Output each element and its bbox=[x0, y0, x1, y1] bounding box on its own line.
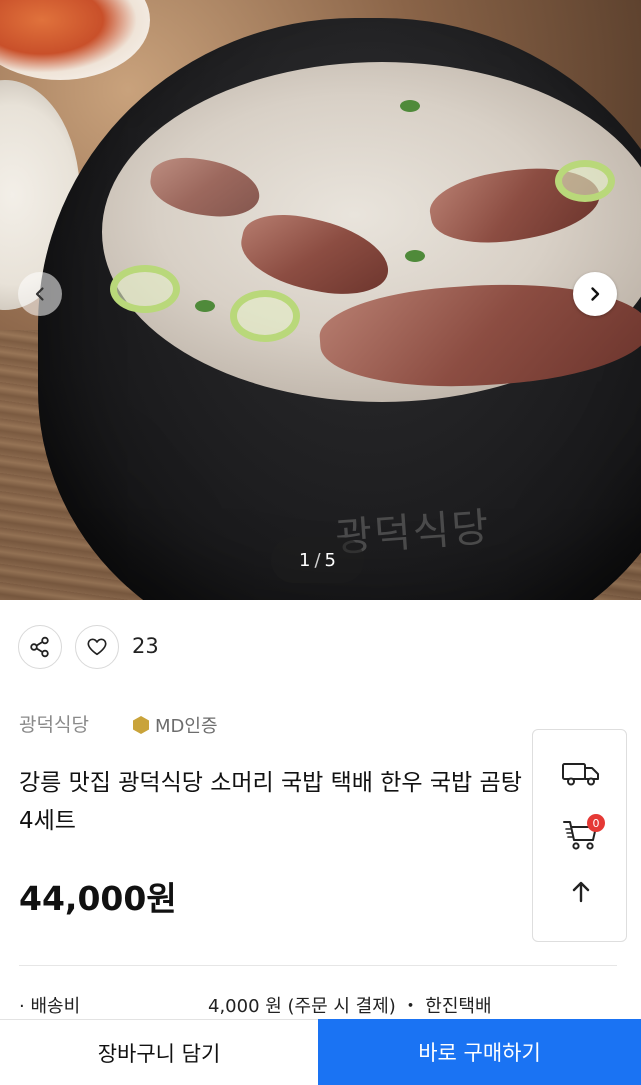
like-count: 23 bbox=[132, 634, 159, 658]
shipping-label-text: 배송비 bbox=[30, 996, 81, 1017]
cart-count-badge: 0 bbox=[587, 814, 605, 832]
chevron-left-icon bbox=[35, 287, 44, 301]
previous-image-button[interactable] bbox=[18, 272, 62, 316]
herb-leaf bbox=[405, 250, 425, 262]
md-badge-label: MD인증 bbox=[155, 716, 218, 737]
share-button[interactable] bbox=[18, 625, 62, 669]
buy-now-button[interactable]: 바로 구매하기 bbox=[318, 1019, 641, 1085]
truck-icon bbox=[561, 763, 599, 786]
shipping-fee-value: 4,000 원 (주문 시 결제) ・ 한진택배 bbox=[208, 996, 492, 1017]
share-icon bbox=[30, 636, 49, 658]
arrow-up-icon bbox=[572, 881, 589, 903]
delivery-tracking-button[interactable] bbox=[533, 760, 628, 788]
herb-leaf bbox=[400, 100, 420, 112]
chevron-right-icon bbox=[591, 287, 600, 301]
scroll-to-top-button[interactable] bbox=[533, 880, 628, 904]
cart-shortcut-button[interactable]: 0 bbox=[533, 814, 628, 852]
floating-quick-panel: 0 bbox=[532, 729, 627, 942]
side-dish-kimchi bbox=[0, 0, 150, 80]
heart-icon bbox=[87, 638, 107, 656]
product-price: 44,000원 bbox=[19, 879, 177, 918]
product-image-carousel[interactable]: 광덕식당 1 / 5 bbox=[0, 0, 641, 600]
hexagon-badge-icon bbox=[133, 716, 149, 734]
scallion-slice bbox=[230, 290, 300, 342]
bullet: · bbox=[19, 996, 31, 1017]
like-button[interactable] bbox=[75, 625, 119, 669]
seller-name-link[interactable]: 광덕식당 bbox=[19, 710, 89, 737]
pager-current: 1 bbox=[299, 549, 311, 571]
scallion-slice bbox=[555, 160, 615, 202]
image-pager: 1 / 5 bbox=[271, 537, 364, 583]
shipping-fee-label: · 배송비 bbox=[19, 992, 80, 1018]
pager-total: 5 bbox=[324, 549, 336, 571]
add-to-cart-button[interactable]: 장바구니 담기 bbox=[0, 1019, 318, 1085]
bottom-action-bar: 장바구니 담기 바로 구매하기 bbox=[0, 1019, 641, 1085]
md-certified-badge: MD인증 bbox=[131, 712, 218, 738]
next-image-button[interactable] bbox=[573, 272, 617, 316]
herb-leaf bbox=[195, 300, 215, 312]
scallion-slice bbox=[110, 265, 180, 313]
pager-separator: / bbox=[314, 549, 321, 571]
section-divider bbox=[19, 965, 617, 966]
product-title: 강릉 맛집 광덕식당 소머리 국밥 택배 한우 국밥 곰탕 4세트 bbox=[19, 770, 522, 834]
